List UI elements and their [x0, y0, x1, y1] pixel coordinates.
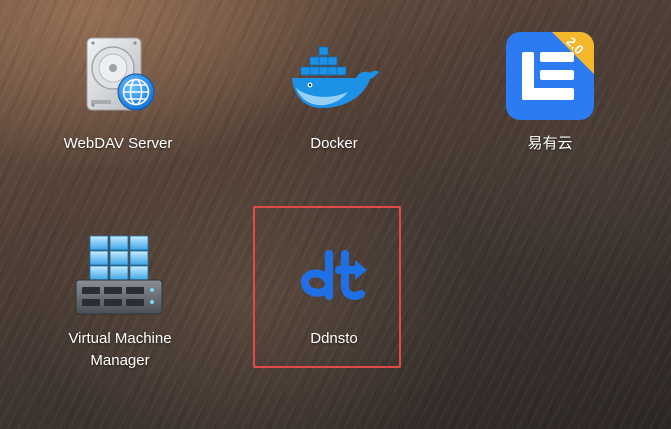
docker-whale-icon: [286, 30, 382, 125]
app-label-line-1: Virtual Machine: [68, 330, 172, 347]
app-webdav-server[interactable]: WebDAV Server: [28, 30, 208, 160]
app-label: 易有云: [527, 135, 573, 152]
app-ddnsto[interactable]: Ddnsto: [244, 226, 424, 356]
app-label: Virtual Machine Manager: [30, 328, 210, 372]
app-docker[interactable]: Docker: [244, 30, 424, 160]
ddnsto-icon: [299, 248, 369, 309]
app-label: WebDAV Server: [63, 135, 173, 152]
webdav-server-icon: [73, 30, 163, 125]
app-yiyouyun[interactable]: 2.0 易有云: [460, 30, 640, 160]
app-virtual-machine-manager[interactable]: Virtual Machine Manager: [30, 226, 210, 376]
virtual-machine-manager-icon: [72, 232, 168, 321]
app-label: Docker: [310, 135, 358, 152]
app-label: Ddnsto: [310, 330, 358, 347]
app-label-line-2: Manager: [90, 352, 150, 369]
